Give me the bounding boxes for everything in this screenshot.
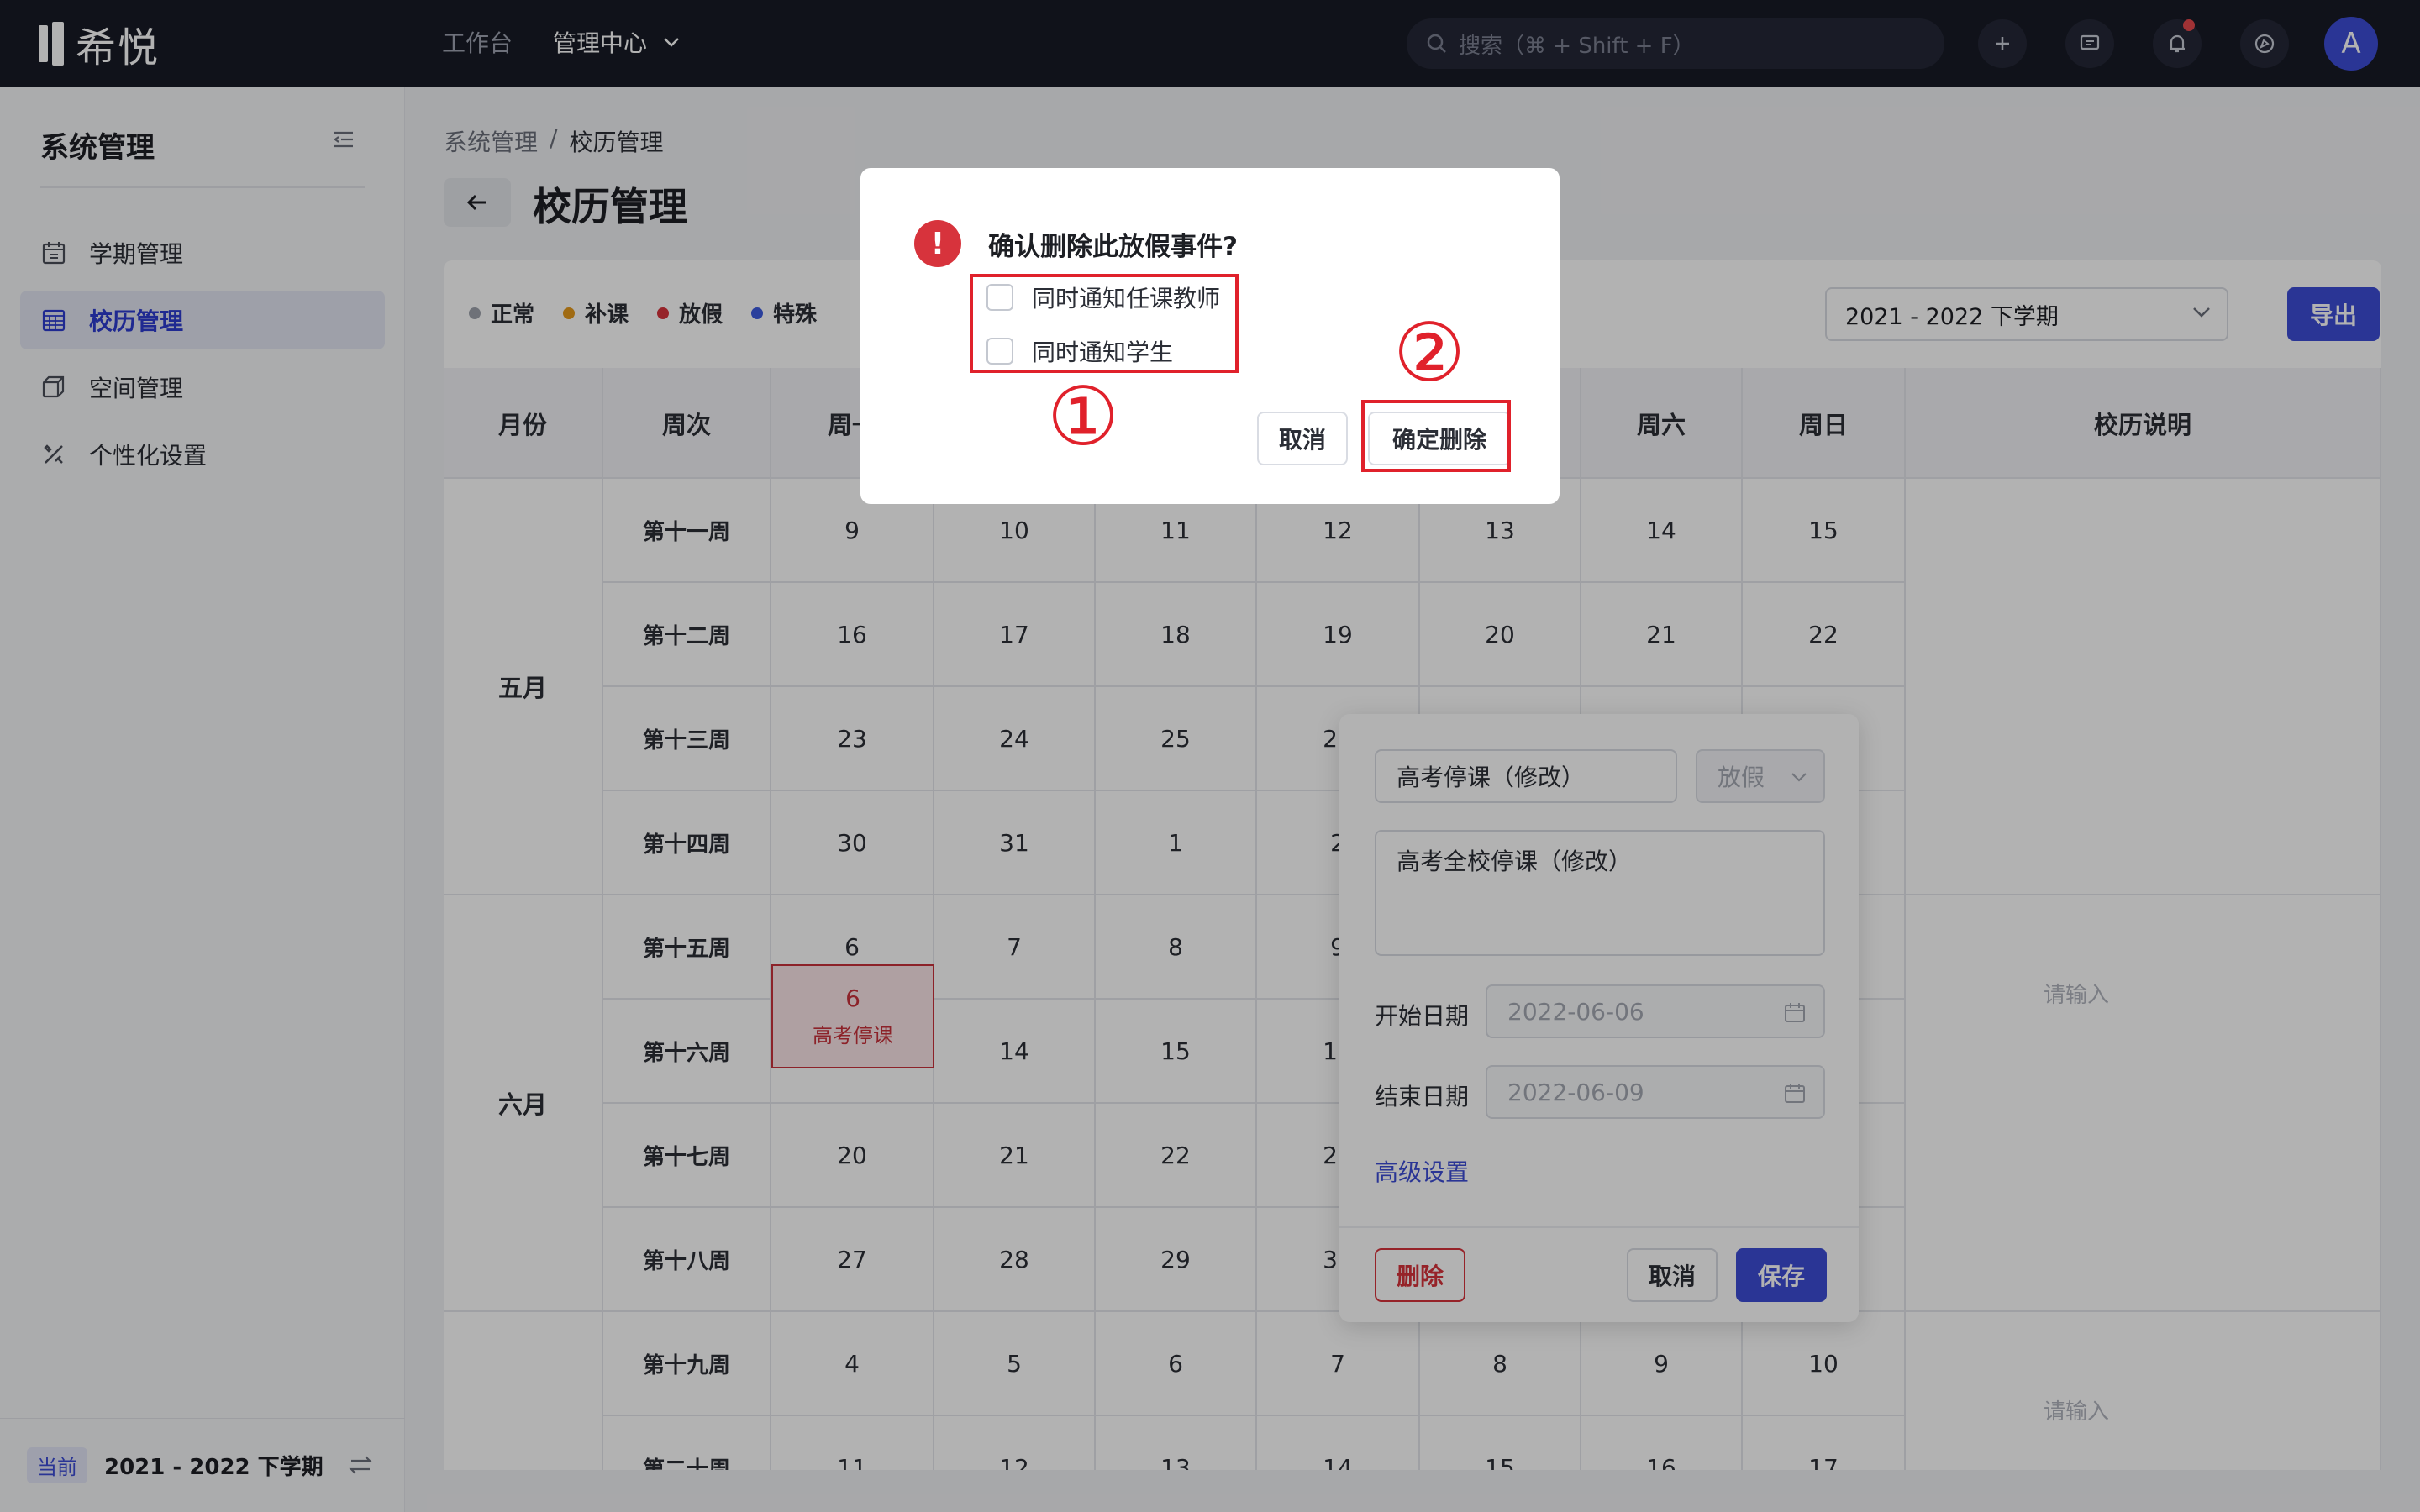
warning-icon: !: [914, 220, 961, 267]
dialog-title: 确认删除此放假事件?: [988, 232, 1238, 262]
annotation-box-checkboxes: [970, 274, 1239, 373]
annotation-marker-1: ①: [1047, 370, 1120, 464]
annotation-marker-2: ②: [1393, 306, 1466, 400]
dialog-cancel-button[interactable]: 取消: [1257, 412, 1348, 465]
annotation-box-confirm: [1361, 400, 1511, 472]
confirm-delete-dialog: ! 确认删除此放假事件? 同时通知任课教师 同时通知学生 ① ② 取消 确定删除: [860, 168, 1560, 504]
